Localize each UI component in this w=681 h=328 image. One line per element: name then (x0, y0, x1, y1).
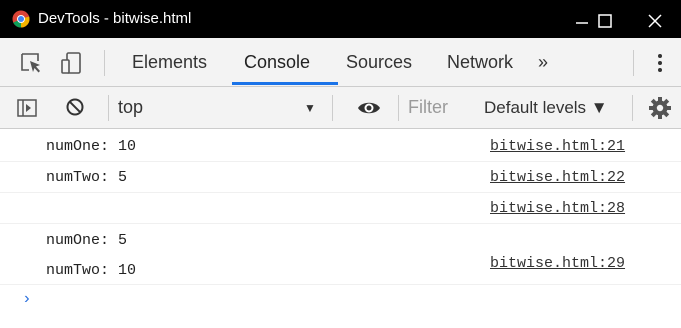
tab-elements[interactable]: Elements (132, 38, 207, 86)
source-link[interactable]: bitwise.html:22 (490, 169, 625, 186)
message-text: numTwo: 10 (46, 262, 137, 279)
toolbar-divider (632, 95, 633, 121)
source-link[interactable]: bitwise.html:29 (490, 255, 625, 272)
console-toolbar: top ▼ Default levels ▼ (0, 87, 681, 129)
context-selector[interactable]: top (118, 87, 143, 128)
window-title: DevTools - bitwise.html (38, 10, 192, 27)
clear-console-icon[interactable] (64, 96, 86, 118)
close-icon[interactable] (642, 10, 668, 32)
log-levels-dropdown[interactable]: Default levels ▼ (484, 87, 608, 128)
tab-console[interactable]: Console (244, 38, 310, 86)
message-text: numOne: 5 (46, 232, 128, 249)
device-toggle-icon[interactable] (58, 50, 84, 76)
row-divider (0, 284, 681, 285)
maximize-icon[interactable] (592, 10, 618, 32)
message-text: numTwo: 5 (46, 169, 128, 186)
chevron-down-icon[interactable]: ▼ (304, 101, 316, 115)
eye-icon[interactable] (356, 97, 382, 119)
toolbar-divider (332, 95, 333, 121)
toolbar-divider (398, 95, 399, 121)
tab-divider (104, 50, 105, 76)
console-prompt-icon[interactable]: › (22, 290, 32, 308)
row-divider (0, 161, 681, 162)
inspect-element-icon[interactable] (18, 50, 44, 76)
settings-gear-icon[interactable] (648, 96, 672, 120)
kebab-menu-icon[interactable] (655, 50, 665, 76)
row-divider (0, 192, 681, 193)
active-tab-indicator (232, 82, 338, 85)
title-bar: DevTools - bitwise.html (0, 0, 681, 38)
source-link[interactable]: bitwise.html:28 (490, 200, 625, 217)
toolbar-divider (108, 95, 109, 121)
row-divider (0, 223, 681, 224)
console-output (0, 129, 681, 328)
more-tabs-button[interactable]: » (538, 38, 548, 86)
message-text: numOne: 10 (46, 138, 137, 155)
filter-input[interactable] (408, 93, 470, 121)
tab-sources[interactable]: Sources (346, 38, 412, 86)
devtools-tab-bar: Elements Console Sources Network » (0, 38, 681, 87)
sidebar-toggle-icon[interactable] (16, 97, 38, 119)
tab-network[interactable]: Network (447, 38, 513, 86)
source-link[interactable]: bitwise.html:21 (490, 138, 625, 155)
tab-divider (633, 50, 634, 76)
chrome-logo-icon (12, 10, 30, 28)
